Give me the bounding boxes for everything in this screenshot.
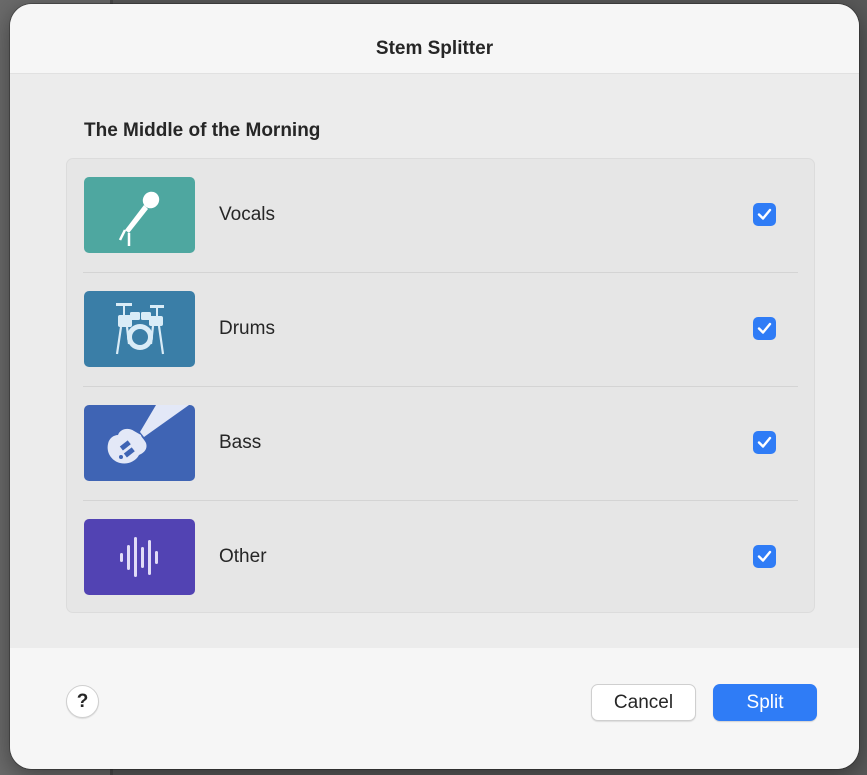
dialog-title-bar: Stem Splitter — [10, 4, 859, 74]
stem-list: Vocals Drums Bass Other — [66, 158, 815, 613]
split-button[interactable]: Split — [713, 684, 817, 721]
stem-row-drums: Drums — [67, 273, 814, 387]
stem-label-vocals: Vocals — [219, 204, 275, 225]
waveform-icon — [84, 519, 195, 595]
vocals-checkbox[interactable] — [753, 203, 776, 226]
dialog-content: The Middle of the Morning Vocals Drums B… — [10, 74, 859, 648]
stem-row-vocals: Vocals — [67, 159, 814, 273]
drum-kit-icon — [84, 291, 195, 367]
help-button[interactable]: ? — [66, 685, 99, 718]
track-title: The Middle of the Morning — [84, 120, 321, 141]
bass-guitar-icon — [84, 405, 195, 481]
bass-checkbox[interactable] — [753, 431, 776, 454]
dialog-title: Stem Splitter — [375, 38, 494, 59]
drums-checkbox[interactable] — [753, 317, 776, 340]
stem-label-other: Other — [219, 546, 267, 567]
stem-splitter-dialog: Stem Splitter The Middle of the Morning … — [10, 4, 859, 769]
stem-row-other: Other — [67, 501, 814, 615]
cancel-button[interactable]: Cancel — [591, 684, 696, 721]
stem-label-drums: Drums — [219, 318, 275, 339]
microphone-icon — [84, 177, 195, 253]
stem-label-bass: Bass — [219, 432, 262, 453]
other-checkbox[interactable] — [753, 545, 776, 568]
dialog-footer: ? Cancel Split — [10, 648, 859, 769]
stem-row-bass: Bass — [67, 387, 814, 501]
